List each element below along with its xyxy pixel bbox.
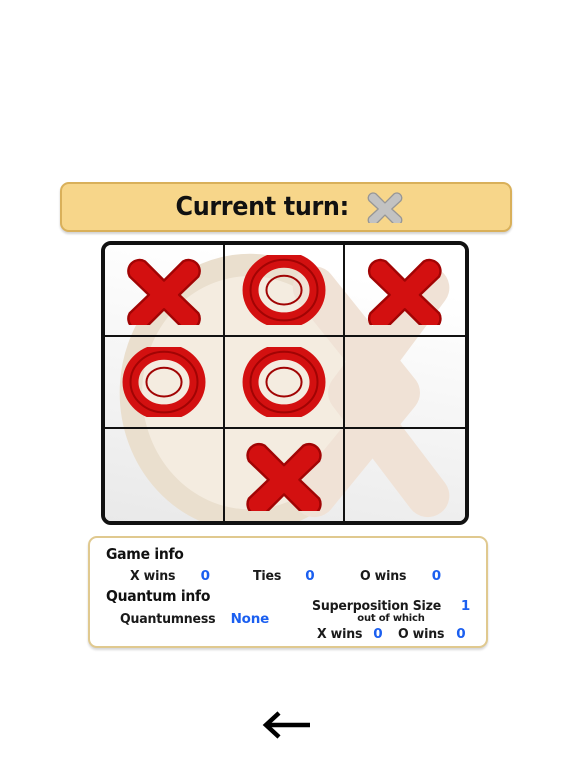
info-panel: Game info X wins 0 Ties 0 O wins 0 Quantum … (88, 536, 488, 648)
superposition-x-wins-value: 0 (373, 626, 383, 642)
stat-ties: Ties 0 (253, 565, 315, 584)
board-cell-0-1[interactable] (225, 245, 345, 337)
board-cell-2-2[interactable] (345, 429, 465, 521)
game-info-title: Game info (106, 545, 184, 563)
superposition-x-wins: X wins 0 (317, 623, 383, 642)
game-board[interactable] (101, 241, 469, 525)
stat-ties-value: 0 (305, 568, 315, 584)
arrow-left-icon (262, 710, 314, 740)
o-mark-icon (122, 346, 206, 418)
superposition-stats-row: X wins 0 O wins 0 (295, 623, 487, 642)
quantumness-label: Quantumness (120, 611, 216, 627)
stat-o-wins: O wins 0 (360, 565, 441, 584)
board-cell-1-1[interactable] (225, 337, 345, 429)
board-cell-0-0[interactable] (105, 245, 225, 337)
game-stats-row: X wins 0 Ties 0 O wins 0 (90, 565, 486, 585)
x-mark-icon (246, 443, 322, 511)
board-grid (105, 245, 465, 521)
x-mark-gray-icon (366, 190, 404, 226)
board-cell-2-1[interactable] (225, 429, 345, 521)
board-cell-0-2[interactable] (345, 245, 465, 337)
back-button[interactable] (258, 706, 318, 744)
quantumness-row: Quantumness None (120, 608, 269, 627)
stat-o-wins-value: 0 (431, 568, 441, 584)
stat-ties-label: Ties (253, 568, 282, 584)
board-cell-1-2[interactable] (345, 337, 465, 429)
quantumness-value: None (230, 611, 270, 627)
superposition-size-value: 1 (460, 598, 471, 614)
superposition-size-row: Superposition Size 1 (295, 595, 487, 614)
board-cell-1-0[interactable] (105, 337, 225, 429)
superposition-o-wins-value: 0 (456, 626, 466, 642)
stat-o-wins-label: O wins (360, 568, 407, 584)
x-mark-icon (368, 258, 442, 326)
o-mark-icon (242, 254, 326, 326)
x-mark-icon (127, 258, 201, 326)
game-board-container (101, 241, 469, 525)
superposition-size-label: Superposition Size (311, 598, 442, 614)
board-cell-2-0[interactable] (105, 429, 225, 521)
superposition-block: Superposition Size 1 out of which X wins 0… (295, 595, 487, 642)
current-turn-banner: Current turn: (60, 182, 512, 232)
superposition-x-wins-label: X wins (316, 626, 362, 642)
o-mark-icon (242, 346, 326, 418)
current-turn-label: Current turn: (175, 192, 349, 222)
stat-x-wins-value: 0 (200, 568, 210, 584)
quantum-info-title: Quantum info (106, 587, 211, 605)
superposition-o-wins-label: O wins (398, 626, 445, 642)
superposition-o-wins: O wins 0 (398, 623, 465, 642)
stat-x-wins-label: X wins (130, 568, 176, 584)
stat-x-wins: X wins 0 (130, 565, 210, 584)
